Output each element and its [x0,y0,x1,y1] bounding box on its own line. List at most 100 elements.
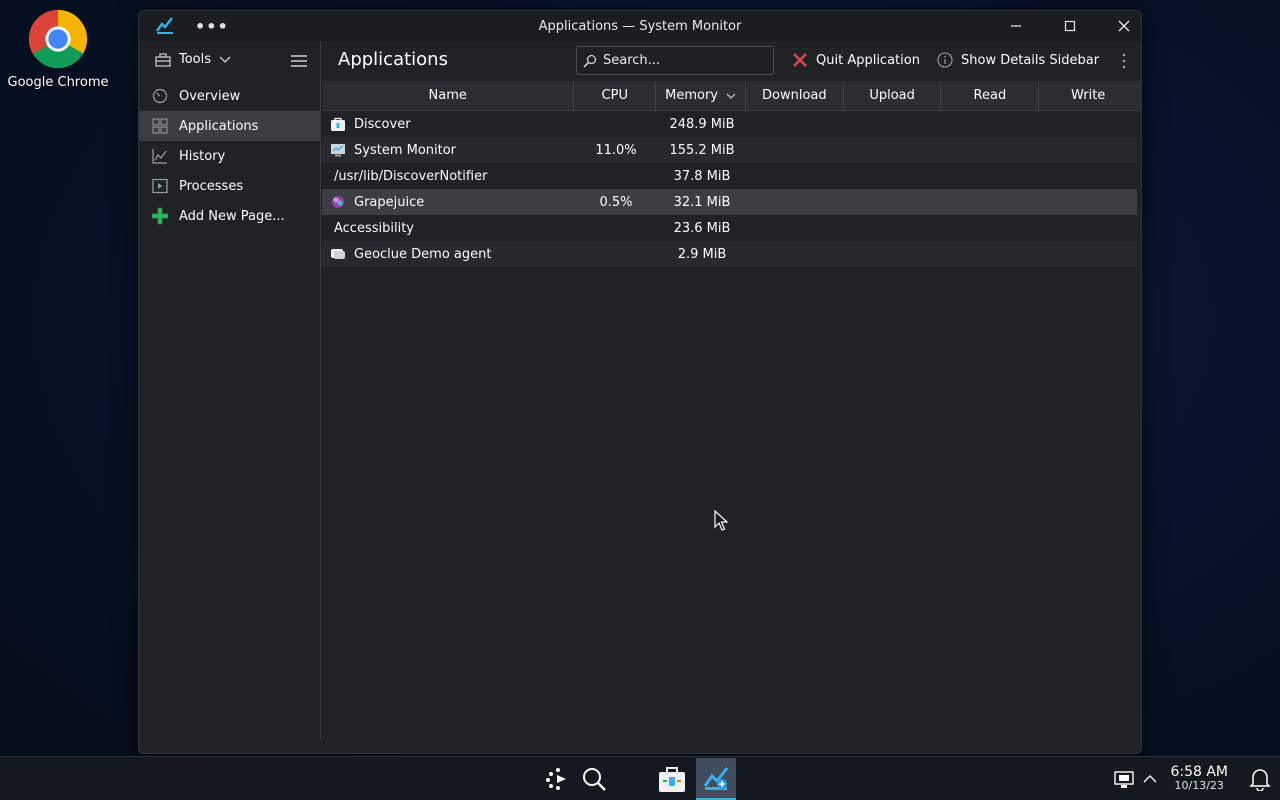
chart-line-icon [151,147,169,165]
info-icon [937,52,953,68]
mouse-cursor-icon [714,510,728,531]
search-input[interactable] [603,53,763,68]
quit-application-label: Quit Application [816,52,920,68]
cpu-cell [575,111,657,137]
app-launcher-icon [546,768,566,790]
column-header-name[interactable]: Name [322,81,575,110]
cpu-cell [575,215,657,241]
app-name: Discover [354,116,411,132]
memory-cell: 32.1 MiB [673,194,731,210]
table-row[interactable]: Geoclue Demo agent 2.9 MiB [322,241,1137,267]
terminal-icon [151,177,169,195]
sidebar-item-add-new-page[interactable]: Add New Page... [139,201,320,231]
titlebar[interactable]: ••• Applications — System Monitor [139,11,1141,41]
plus-icon [151,207,169,225]
table-header: Name CPU Memory Download Upload Read Wri… [322,81,1137,111]
memory-cell: 37.8 MiB [673,168,731,184]
system-monitor-icon [331,144,345,157]
column-header-write[interactable]: Write [1039,81,1137,110]
column-header-cpu[interactable]: CPU [574,81,657,110]
window-title: Applications — System Monitor [538,19,742,34]
taskbar-discover-button[interactable] [656,763,688,795]
close-icon [1118,20,1130,32]
system-monitor-icon [703,767,729,790]
geoclue-icon [331,249,345,259]
cpu-cell [575,163,657,189]
show-details-sidebar-button[interactable]: Show Details Sidebar [937,52,1099,68]
gauge-icon [151,87,169,105]
table-row[interactable]: Discover 248.9 MiB [322,111,1137,137]
toolbar: Applications Quit Application Show Detai… [322,41,1141,81]
more-vertical-icon[interactable] [1121,53,1127,69]
display-icon[interactable] [1114,771,1134,789]
page-title: Applications [338,49,448,70]
sidebar-item-processes[interactable]: Processes [139,171,320,201]
column-header-read[interactable]: Read [941,81,1040,110]
sidebar-item-applications[interactable]: Applications [139,111,320,141]
sort-descending-icon [726,93,736,99]
memory-cell: 23.6 MiB [673,220,731,236]
system-monitor-window: ••• Applications — System Monitor Tools … [138,10,1142,754]
column-header-upload[interactable]: Upload [844,81,942,110]
cpu-cell: 11.0% [595,142,637,158]
tools-button[interactable]: Tools [155,52,231,67]
minimize-button[interactable] [1005,15,1027,37]
taskbar: 6:58 AM 10/13/23 [0,756,1280,800]
chrome-icon [28,9,88,69]
app-name: /usr/lib/DiscoverNotifier [334,168,488,184]
taskbar-search-button[interactable] [578,763,610,795]
tools-label: Tools [179,52,212,67]
table-row[interactable]: Accessibility 23.6 MiB [322,215,1137,241]
close-button[interactable] [1113,15,1135,37]
cpu-cell: 0.5% [599,194,633,210]
column-header-download[interactable]: Download [746,81,844,110]
app-launcher-button[interactable] [542,763,574,795]
main-panel: Applications Quit Application Show Detai… [322,41,1141,739]
table-row[interactable]: /usr/lib/DiscoverNotifier 37.8 MiB [322,163,1137,189]
desktop-icon-google-chrome[interactable]: Google Chrome [6,8,110,90]
search-icon [583,768,606,791]
desktop-icon-label: Google Chrome [7,75,109,90]
sidebar-item-label: Processes [179,178,244,194]
grid-icon [151,117,169,135]
search-box[interactable] [576,46,774,75]
close-red-icon [793,53,807,67]
table-row[interactable]: System Monitor 11.0% 155.2 MiB [322,137,1137,163]
search-icon [583,54,597,68]
chevron-up-icon[interactable] [1143,774,1157,784]
app-name: Grapejuice [354,194,425,210]
discover-icon [331,117,345,131]
memory-cell: 2.9 MiB [677,246,727,262]
toolbox-icon [155,52,171,67]
clock-date: 10/13/23 [1174,779,1224,792]
sidebar-item-overview[interactable]: Overview [139,81,320,111]
cpu-cell [575,241,657,267]
quit-application-button[interactable]: Quit Application [792,52,920,68]
minimize-icon [1011,25,1021,27]
taskbar-system-monitor-button[interactable] [696,758,736,800]
applications-table: Discover 248.9 MiB System Monitor 11.0% … [322,111,1137,267]
hamburger-menu-icon[interactable] [290,53,308,69]
app-name: System Monitor [354,142,457,158]
sidebar-item-history[interactable]: History [139,141,320,171]
app-name: Geoclue Demo agent [354,246,492,262]
sidebar-item-label: History [179,148,226,164]
table-row[interactable]: Grapejuice 0.5% 32.1 MiB [322,189,1137,215]
sidebar-item-label: Overview [179,88,241,104]
sidebar-item-label: Add New Page... [179,208,285,224]
show-details-sidebar-label: Show Details Sidebar [961,52,1100,68]
clock[interactable]: 6:58 AM 10/13/23 [1170,764,1228,792]
scrollbar-track[interactable] [1137,81,1141,111]
clock-time: 6:58 AM [1170,764,1228,780]
memory-cell: 248.9 MiB [669,116,735,132]
maximize-button[interactable] [1059,15,1081,37]
column-header-memory[interactable]: Memory [656,81,746,110]
column-header-memory-label: Memory [665,88,718,103]
memory-cell: 155.2 MiB [669,142,735,158]
grapejuice-icon [332,196,344,208]
bell-icon[interactable] [1249,767,1271,791]
tools-row: Tools [139,41,320,81]
sidebar-item-label: Applications [179,118,259,134]
sidebar: Tools Overview Applications History Proc… [139,41,321,739]
chevron-down-icon [219,56,231,63]
